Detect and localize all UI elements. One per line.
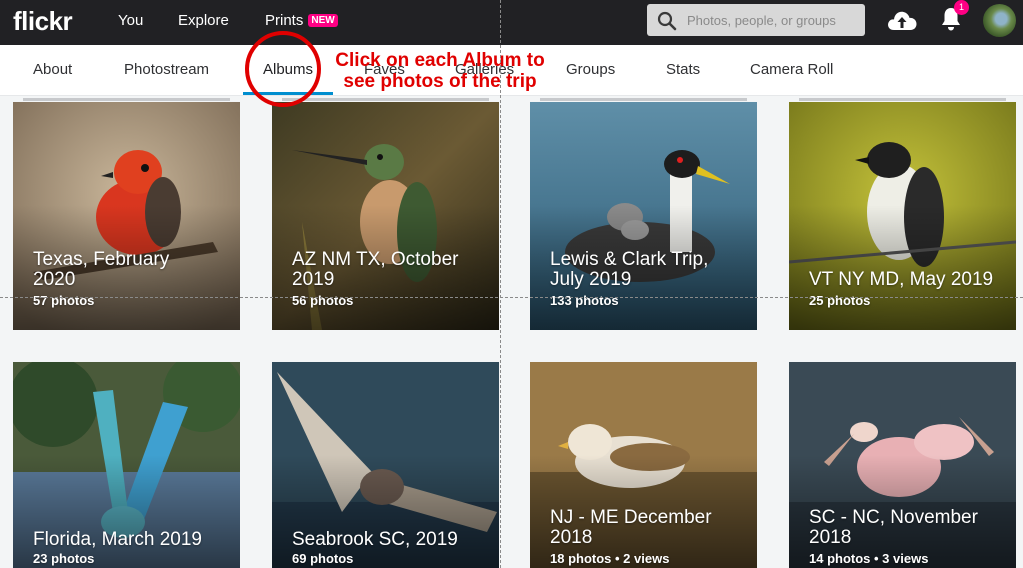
album-title: SC - NC, November 2018 — [809, 508, 978, 548]
album-stack-edge — [540, 98, 747, 101]
album-meta: 69 photos — [292, 551, 354, 566]
album-stack-edge — [799, 98, 1006, 101]
annotation-circle — [245, 31, 321, 107]
search-box[interactable] — [647, 4, 865, 36]
album-title: AZ NM TX, October 2019 — [292, 250, 458, 290]
album-meta: 23 photos — [33, 551, 95, 566]
album-stack-edge — [282, 98, 489, 101]
new-badge: NEW — [308, 14, 338, 27]
album-card-seabrook-sc-2019[interactable]: Seabrook SC, 2019 69 photos — [272, 362, 499, 568]
annotation-text: Click on each Album to see photos of the… — [333, 50, 547, 92]
tab-camera-roll[interactable]: Camera Roll — [750, 61, 833, 78]
album-title-line1: Lewis & Clark Trip, — [550, 249, 709, 270]
user-avatar[interactable] — [983, 4, 1016, 37]
upload-cloud-icon[interactable] — [886, 6, 918, 34]
album-meta: 14 photos • 3 views — [809, 551, 929, 566]
album-card-sc-nc-november-2018[interactable]: SC - NC, November 2018 14 photos • 3 view… — [789, 362, 1016, 568]
album-stack-edge — [23, 98, 230, 101]
album-title-line1: SC - NC, November — [809, 507, 978, 528]
tab-groups[interactable]: Groups — [566, 61, 615, 78]
album-card-az-nm-tx-october-2019[interactable]: AZ NM TX, October 2019 56 photos — [272, 102, 499, 330]
tab-photostream[interactable]: Photostream — [124, 61, 209, 78]
top-navigation-bar: flickr You Explore Prints NEW 1 — [0, 0, 1023, 45]
album-title-line2: 2019 — [292, 269, 335, 290]
album-title: Texas, February 2020 — [33, 250, 169, 290]
annotation-line2: see photos of the trip — [343, 71, 537, 92]
album-title: Florida, March 2019 — [33, 530, 202, 550]
tab-about[interactable]: About — [33, 61, 72, 78]
annotation-line1: Click on each Album to — [335, 50, 545, 71]
album-title-line1: AZ NM TX, October — [292, 249, 459, 270]
album-title: Lewis & Clark Trip, July 2019 — [550, 250, 708, 290]
nav-prints-label: Prints — [265, 12, 304, 29]
album-card-nj-me-december-2018[interactable]: NJ - ME December 2018 18 photos • 2 views — [530, 362, 757, 568]
album-title-line2: 2018 — [550, 527, 593, 548]
album-meta: 18 photos • 2 views — [550, 551, 670, 566]
album-card-florida-march-2019[interactable]: Florida, March 2019 23 photos — [13, 362, 240, 568]
guide-line-vertical — [500, 0, 501, 568]
caption-shade — [789, 204, 1016, 330]
album-title-line1: Florida, March 2019 — [33, 529, 202, 550]
album-title: NJ - ME December 2018 — [550, 508, 712, 548]
search-icon[interactable] — [657, 11, 677, 31]
album-title: Seabrook SC, 2019 — [292, 530, 458, 550]
album-title-line1: Seabrook SC, 2019 — [292, 529, 458, 550]
nav-you[interactable]: You — [118, 12, 143, 29]
nav-prints[interactable]: Prints NEW — [265, 12, 338, 29]
guide-line-horizontal — [0, 297, 1023, 298]
nav-explore[interactable]: Explore — [178, 12, 229, 29]
album-title-line1: NJ - ME December — [550, 507, 712, 528]
album-meta: 56 photos — [292, 293, 354, 308]
album-title-line1: VT NY MD, May 2019 — [809, 269, 994, 290]
album-card-vt-ny-md-may-2019[interactable]: VT NY MD, May 2019 25 photos — [789, 102, 1016, 330]
search-input[interactable] — [687, 4, 857, 36]
album-title-line2: July 2019 — [550, 269, 632, 290]
album-meta: 25 photos — [809, 293, 871, 308]
flickr-logo[interactable]: flickr — [13, 6, 73, 37]
album-title-line1: Texas, February — [33, 249, 170, 270]
album-title-line2: 2018 — [809, 527, 852, 548]
notification-count-badge: 1 — [954, 0, 969, 15]
album-card-texas-february-2020[interactable]: Texas, February 2020 57 photos — [13, 102, 240, 330]
album-card-lewis-clark-trip-july-2019[interactable]: Lewis & Clark Trip, July 2019 133 photos — [530, 102, 757, 330]
tab-stats[interactable]: Stats — [666, 61, 700, 78]
album-title: VT NY MD, May 2019 — [809, 270, 993, 290]
album-meta: 57 photos — [33, 293, 95, 308]
album-meta: 133 photos — [550, 293, 619, 308]
album-title-line2: 2020 — [33, 269, 76, 290]
